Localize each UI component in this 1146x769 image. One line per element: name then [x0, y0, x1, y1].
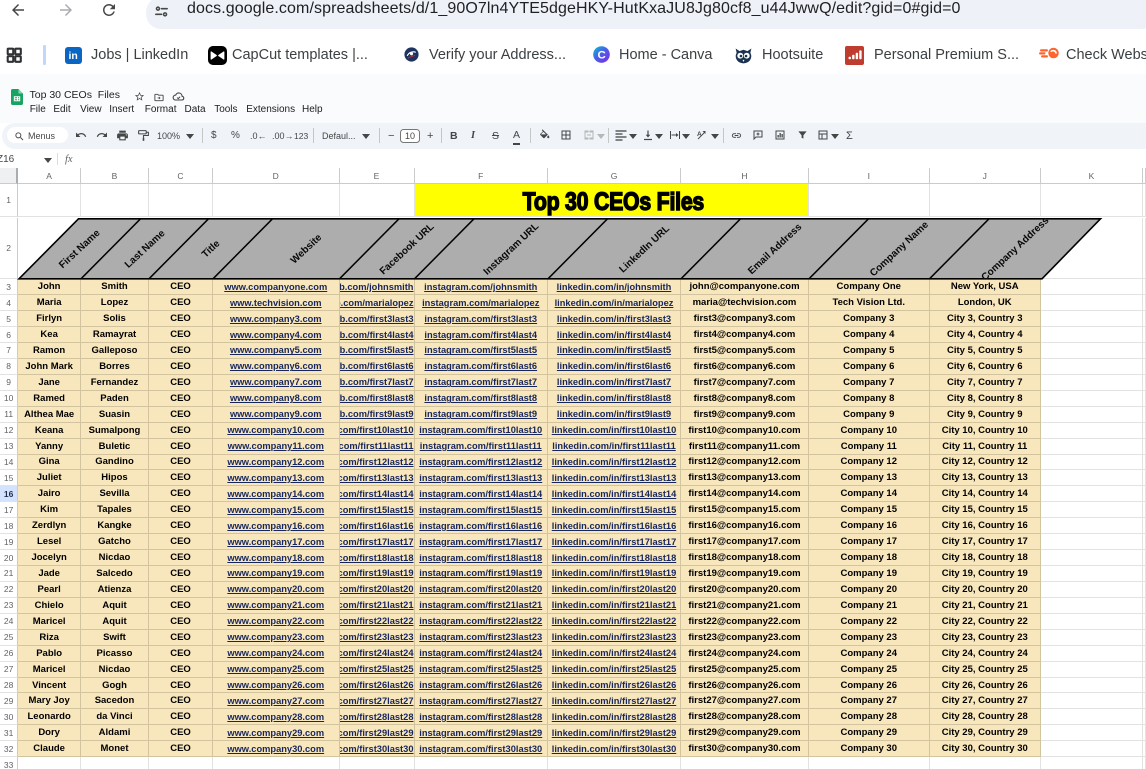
svg-text:C: C — [598, 49, 606, 61]
